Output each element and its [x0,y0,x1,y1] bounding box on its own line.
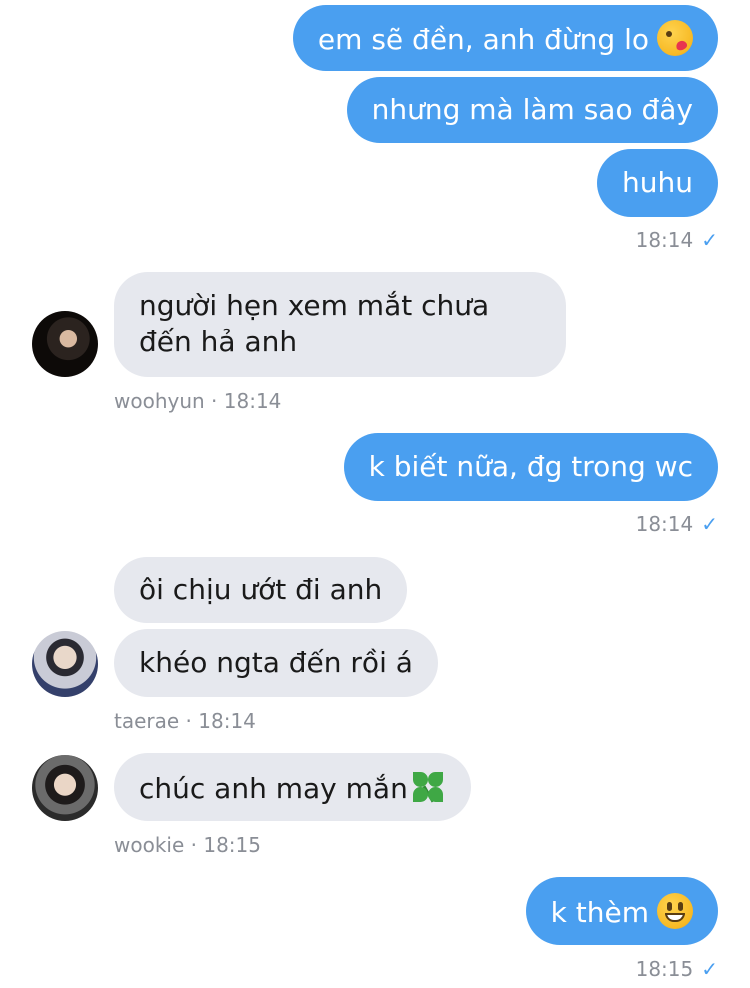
message-text: nhưng mà làm sao đây [371,93,693,126]
timestamp-text: 18:14 [635,228,694,252]
message-timestamp: 18:15 ✓ [636,957,718,981]
incoming-message[interactable]: người hẹn xem mắt chưa đến hả anh [114,272,566,377]
outgoing-message[interactable]: em sẽ đền, anh đừng lo [292,5,718,71]
outgoing-message[interactable]: nhưng mà làm sao đây [346,77,718,143]
outgoing-message[interactable]: k thèm [525,877,718,945]
grinning-face-icon [657,893,693,929]
message-text: huhu [622,166,693,199]
timestamp-text: 18:15 [635,957,694,981]
outgoing-message[interactable]: huhu [597,149,718,217]
face-blowing-kiss-icon [657,20,693,56]
timestamp-text: 18:14 [635,512,694,536]
incoming-message[interactable]: chúc anh may mắn [114,753,471,821]
avatar-taerae[interactable] [32,631,98,697]
message-text: khéo ngta đến rồi á [139,646,413,679]
read-check-icon: ✓ [701,957,718,981]
read-check-icon: ✓ [701,228,718,252]
incoming-message[interactable]: ôi chịu ướt đi anh [114,557,408,623]
message-text: chúc anh may mắn [139,772,408,805]
sender-meta: wookie · 18:15 [114,833,261,857]
sender-meta: woohyun · 18:14 [114,389,282,413]
avatar-wookie[interactable] [32,755,98,821]
message-text: em sẽ đền, anh đừng lo [317,23,649,56]
message-text: k biết nữa, đg trong wc [368,450,693,483]
avatar-woohyun[interactable] [32,311,98,377]
four-leaf-clover-icon [410,769,446,805]
incoming-message[interactable]: khéo ngta đến rồi á [114,629,438,697]
message-text: k thèm [550,896,649,929]
outgoing-message[interactable]: k biết nữa, đg trong wc [343,433,718,501]
message-timestamp: 18:14 ✓ [636,512,718,536]
sender-meta: taerae · 18:14 [114,709,256,733]
message-timestamp: 18:14 ✓ [636,228,718,252]
message-text: người hẹn xem mắt chưa đến hả anh [139,289,490,358]
message-text: ôi chịu ướt đi anh [139,573,383,606]
chat-thread: em sẽ đền, anh đừng lo nhưng mà làm sao … [0,0,750,988]
read-check-icon: ✓ [701,512,718,536]
